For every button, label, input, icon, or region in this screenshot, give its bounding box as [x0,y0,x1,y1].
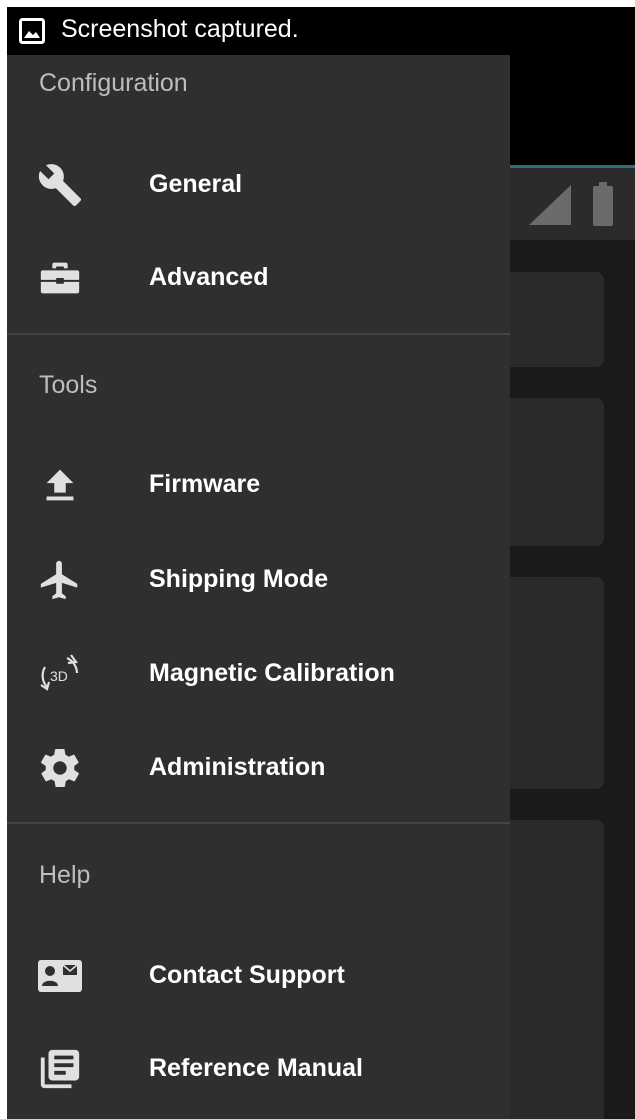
menu-item-label: Administration [149,753,326,781]
rotate-3d-icon: 3D [37,651,83,697]
menu-item-magnetic-calibration[interactable]: 3D Magnetic Calibration [7,627,510,719]
section-divider [7,333,510,335]
menu-item-label: Reference Manual [149,1054,363,1082]
battery-icon [593,182,613,226]
contact-card-icon [37,953,83,999]
menu-item-advanced[interactable]: Advanced [7,231,510,323]
menu-item-label: Contact Support [149,961,345,989]
menu-item-label: Shipping Mode [149,565,329,593]
menu-item-label: General [149,170,243,198]
section-header-help: Help [39,861,91,889]
section-divider [7,822,510,824]
gear-icon [37,745,83,791]
menu-item-reference-manual[interactable]: Reference Manual [7,1022,510,1114]
section-header-configuration: Configuration [39,69,188,97]
status-bar: Screenshot captured. [7,7,635,55]
library-books-icon [37,1046,83,1092]
toolbox-icon [37,255,83,301]
airplane-icon [37,557,83,603]
menu-item-firmware[interactable]: Firmware [7,438,510,530]
image-icon [19,18,45,44]
rotate-3d-text: 3D [50,668,68,684]
upload-icon [37,462,83,508]
navigation-drawer: Configuration General Advanced Tools Fir… [7,55,510,1119]
wrench-icon [37,162,83,208]
notification-text: Screenshot captured. [61,15,299,43]
menu-item-general[interactable]: General [7,138,510,230]
signal-icon [529,185,571,225]
menu-item-label: Firmware [149,470,261,498]
menu-item-label: Advanced [149,263,269,291]
section-header-tools: Tools [39,371,98,399]
menu-item-shipping-mode[interactable]: Shipping Mode [7,533,510,625]
menu-item-administration[interactable]: Administration [7,721,510,813]
device-screen: Screenshot captured. Configuration Gener… [7,7,635,1119]
menu-item-label: Magnetic Calibration [149,659,395,687]
menu-item-contact-support[interactable]: Contact Support [7,929,510,1021]
